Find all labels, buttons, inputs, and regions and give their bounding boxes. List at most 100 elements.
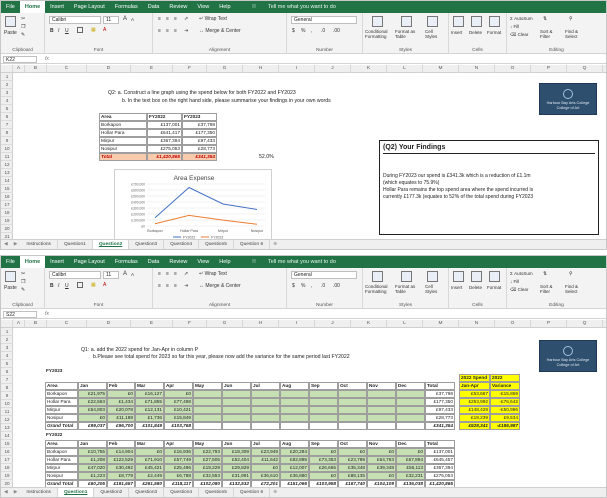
value-cell[interactable]: £82,895 [280,456,309,464]
value-cell[interactable]: £10,755 [78,448,107,456]
bold-button[interactable]: B [50,28,54,34]
value-cell[interactable]: £0 [338,448,367,456]
value-cell[interactable]: £0 [309,472,338,480]
area-expense-chart[interactable]: Area Expense £700,000 £600,000 £500,000 £400… [114,169,272,240]
row-header[interactable]: 9 [1,392,13,400]
delete-cells-icon[interactable] [471,16,482,27]
tab-scroll-left-icon[interactable]: ◀ [1,240,11,250]
column-header-f[interactable]: F [173,65,207,73]
value-cell[interactable]: £12,131 [135,406,164,414]
row-header[interactable]: 10 [1,145,13,153]
month-header-mar[interactable]: Mar [135,382,164,390]
format-as-table-button[interactable]: Format as Table [395,29,421,39]
column-header-m[interactable]: M [423,65,459,73]
row-header[interactable]: 6 [1,113,13,121]
row-header[interactable]: 15 [1,440,13,448]
row-header[interactable]: 14 [1,432,13,440]
autosum-button[interactable]: Σ AutoSum [510,271,533,276]
menu-page-layout[interactable]: Page Layout [69,256,110,268]
value-cell[interactable] [367,390,396,398]
value-cell[interactable]: £30,492 [107,464,135,472]
menu-insert[interactable]: Insert [45,1,69,13]
menu-review[interactable]: Review [164,256,192,268]
area-cell[interactable]: Hollar Para [45,456,78,464]
value-cell[interactable]: £29,829 [222,464,251,472]
value-cell[interactable]: £27,505 [193,456,222,464]
cell-styles-button[interactable]: Cell Styles [425,29,445,39]
column-header-n[interactable]: N [459,65,495,73]
fill-color-icon[interactable]: ▦ [91,282,96,288]
value-cell[interactable]: £0 [367,472,396,480]
value-cell[interactable] [396,406,425,414]
value-cell[interactable] [309,406,338,414]
decrease-decimal-icon[interactable]: .00 [333,28,340,34]
value-cell[interactable]: £645,457 [425,456,455,464]
value-cell[interactable]: £11,188 [107,414,135,422]
borders-icon[interactable] [77,282,84,288]
value-cell[interactable]: £64,763 [367,456,396,464]
tab-question6[interactable]: Question 6 [234,239,271,249]
tell-me-search[interactable]: ☉ Tell me what you want to do [242,256,346,268]
sort-filter-icon[interactable]: ⇅ [543,16,547,22]
percent-icon[interactable]: % [301,283,305,289]
column-header-k[interactable]: K [351,320,387,328]
month-header-dec[interactable]: Dec [396,382,425,390]
row-header[interactable]: 4 [1,97,13,105]
row-header[interactable]: 8 [1,129,13,137]
value-cell[interactable] [251,406,280,414]
shrink-font-button[interactable]: A [131,272,134,277]
month-header-feb[interactable]: Feb [107,382,135,390]
wrap-text-button[interactable]: ↵ Wrap Text [199,271,227,277]
fill-button[interactable]: ↓ Fill [510,279,519,284]
month-header-area[interactable]: Area [45,382,78,390]
menu-review[interactable]: Review [164,1,192,13]
font-name-dropdown[interactable]: Calibri [49,16,101,24]
month-header-dec[interactable]: Dec [396,440,425,448]
fy2023-cell[interactable]: £37,798 [182,121,217,129]
value-cell[interactable]: £15,849 [164,414,193,422]
corner-cell[interactable] [1,320,13,328]
format-painter-icon[interactable]: ✎ [21,32,25,38]
autosum-button[interactable]: Σ AutoSum [510,16,533,21]
value-cell[interactable] [367,406,396,414]
tab-instructions[interactable]: Instructions [20,487,58,497]
format-as-table-button[interactable]: Format as Table [395,284,421,294]
column-header-c[interactable]: C [47,320,87,328]
number-format-dropdown[interactable]: General [291,16,357,24]
table-header-fy2023[interactable]: FY2023 [182,113,217,121]
format-cells-icon[interactable] [489,271,500,282]
add-sheet-icon[interactable]: ⊕ [270,240,280,250]
bold-button[interactable]: B [50,283,54,289]
value-cell[interactable]: £28,773 [425,414,455,422]
percent-icon[interactable]: % [301,28,305,34]
fy2023-cell[interactable]: £97,433 [182,137,217,145]
column-header-d[interactable]: D [87,65,131,73]
grand-total-cell[interactable]: £99,037 [78,422,107,430]
value-cell[interactable]: £39,348 [367,464,396,472]
tab-question1[interactable]: Question1 [57,487,95,497]
worksheet-grid[interactable]: ABCDEFGHIJKLMNOPQR 123456789101112131415… [1,65,606,240]
spend-header-0[interactable]: 2022 Spend [459,374,490,382]
grand-total-cell[interactable] [396,422,425,430]
column-header-r[interactable]: R [603,65,606,73]
month-header-jul[interactable]: Jul [251,440,280,448]
cell-styles-button[interactable]: Cell Styles [425,284,445,294]
format-as-table-icon[interactable] [401,16,412,27]
value-cell[interactable]: £31,991 [222,472,251,480]
column-header-c[interactable]: C [47,65,87,73]
cell-styles-icon[interactable] [427,271,438,282]
value-cell[interactable]: £11,642 [251,456,280,464]
month-header-aug[interactable]: Aug [280,382,309,390]
value-cell[interactable] [367,414,396,422]
total-label[interactable]: Total [99,153,147,161]
conditional-formatting-icon[interactable] [372,271,383,282]
column-header-n[interactable]: N [459,320,495,328]
value-cell[interactable] [222,414,251,422]
row-header[interactable]: 16 [1,193,13,201]
spend-value-cell[interactable]: £253,992 [459,398,490,406]
area-cell[interactable]: Nosipur [45,472,78,480]
value-cell[interactable]: £2,449 [135,472,164,480]
month-header-may[interactable]: May [193,440,222,448]
total-fy2023[interactable]: £341,354 [182,153,217,161]
variance-value-cell[interactable]: £9,534 [490,414,520,422]
